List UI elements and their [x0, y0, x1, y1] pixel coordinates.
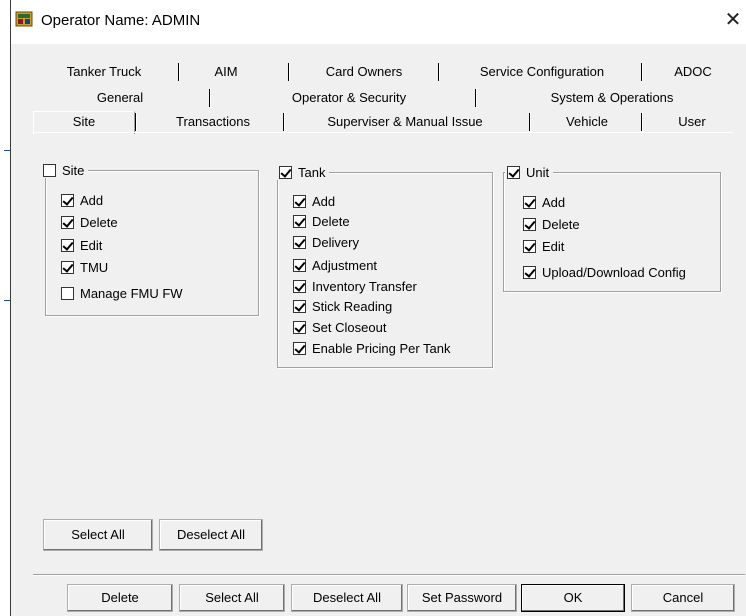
checkbox[interactable]	[523, 195, 536, 209]
option-label: Delivery	[312, 234, 359, 250]
tab-transactions[interactable]: Transactions	[147, 112, 279, 132]
tab-user[interactable]: User	[651, 112, 733, 132]
checkbox[interactable]	[293, 235, 306, 249]
checkbox[interactable]	[61, 260, 74, 274]
checkbox[interactable]	[293, 299, 306, 313]
tab-aim[interactable]: AIM	[191, 62, 261, 82]
tank-group-checkbox[interactable]	[279, 165, 292, 179]
tab-adoc[interactable]: ADOC	[655, 62, 731, 82]
tab-operator-security[interactable]: Operator & Security	[221, 88, 477, 108]
site-delete-option[interactable]: Delete	[61, 214, 118, 230]
checkbox[interactable]	[523, 239, 536, 253]
tab-divider	[529, 113, 530, 131]
tab-card-owners[interactable]: Card Owners	[301, 62, 427, 82]
option-label: Add	[80, 192, 104, 208]
close-icon[interactable]: ✕	[719, 6, 746, 34]
tab-vehicle[interactable]: Vehicle	[541, 112, 633, 132]
checkbox[interactable]	[61, 215, 74, 229]
checkbox[interactable]	[293, 194, 306, 208]
checkbox[interactable]	[61, 193, 74, 207]
unit-upload-download-config-option[interactable]: Upload/Download Config	[523, 264, 686, 280]
tank-delivery-option[interactable]: Delivery	[293, 234, 359, 250]
option-label: Delete	[80, 214, 118, 230]
option-label: Adjustment	[312, 257, 378, 273]
deselect-all-button[interactable]: Deselect All	[291, 584, 403, 612]
tab-divider	[288, 63, 289, 81]
option-label: Edit	[80, 237, 103, 253]
tab-divider	[178, 63, 179, 81]
site-group-label: Site	[62, 162, 85, 178]
cancel-button[interactable]: Cancel	[631, 584, 735, 612]
unit-group-header[interactable]: Unit	[505, 164, 554, 180]
tab-site[interactable]: Site	[33, 111, 135, 134]
tab-divider	[209, 89, 210, 107]
site-group-header[interactable]: Site	[41, 162, 89, 178]
tab-divider	[641, 113, 642, 131]
tab-divider	[283, 113, 284, 131]
dialog-window: Operator Name: ADMIN ✕ Tanker Truck AIM …	[10, 0, 746, 616]
option-label: Edit	[542, 238, 565, 254]
delete-button[interactable]: Delete	[67, 584, 173, 612]
app-icon	[15, 11, 33, 27]
checkbox[interactable]	[293, 341, 306, 355]
tank-add-option[interactable]: Add	[293, 193, 335, 209]
tank-inventory-transfer-option[interactable]: Inventory Transfer	[293, 278, 417, 294]
option-label: Set Closeout	[312, 319, 387, 335]
window-title: Operator Name: ADMIN	[41, 12, 201, 29]
checkbox[interactable]	[293, 320, 306, 334]
tank-stick-reading-option[interactable]: Stick Reading	[293, 298, 392, 314]
panel-deselect-all-button[interactable]: Deselect All	[159, 519, 263, 551]
tank-adjustment-option[interactable]: Adjustment	[293, 257, 377, 273]
site-edit-option[interactable]: Edit	[61, 237, 102, 253]
unit-edit-option[interactable]: Edit	[523, 238, 564, 254]
tab-divider	[475, 89, 476, 107]
unit-add-option[interactable]: Add	[523, 194, 565, 210]
tab-system-operations[interactable]: System & Operations	[489, 88, 735, 108]
option-label: Stick Reading	[312, 298, 393, 314]
checkbox[interactable]	[293, 258, 306, 272]
site-tmu-option[interactable]: TMU	[61, 259, 108, 275]
option-label: Manage FMU FW	[80, 285, 183, 301]
checkbox[interactable]	[61, 238, 74, 252]
title-bar: Operator Name: ADMIN ✕	[11, 0, 746, 44]
tank-enable-pricing-per-tank-option[interactable]: Enable Pricing Per Tank	[293, 340, 451, 356]
checkbox[interactable]	[61, 286, 74, 300]
tab-divider	[641, 63, 642, 81]
checkbox[interactable]	[293, 279, 306, 293]
option-label: Add	[312, 193, 336, 209]
set-password-button[interactable]: Set Password	[407, 584, 517, 612]
unit-group-label: Unit	[526, 164, 550, 180]
option-label: Upload/Download Config	[542, 264, 686, 280]
unit-delete-option[interactable]: Delete	[523, 216, 580, 232]
option-label: TMU	[80, 259, 109, 275]
background-strip	[0, 0, 10, 616]
tab-superviser-manual-issue[interactable]: Superviser & Manual Issue	[295, 112, 515, 132]
option-label: Add	[542, 194, 566, 210]
tank-delete-option[interactable]: Delete	[293, 213, 350, 229]
footer-divider	[33, 574, 745, 575]
tab-general[interactable]: General	[41, 88, 199, 108]
ok-button[interactable]: OK	[521, 584, 625, 612]
site-group-checkbox[interactable]	[43, 163, 56, 177]
tank-set-closeout-option[interactable]: Set Closeout	[293, 319, 386, 335]
checkbox[interactable]	[523, 217, 536, 231]
panel-select-all-button[interactable]: Select All	[43, 519, 153, 551]
checkbox[interactable]	[293, 214, 306, 228]
option-label: Delete	[312, 213, 350, 229]
tank-group-header[interactable]: Tank	[277, 164, 330, 180]
tank-group-label: Tank	[298, 164, 326, 180]
option-label: Enable Pricing Per Tank	[312, 340, 451, 356]
tab-divider	[438, 63, 439, 81]
tab-tanker-truck[interactable]: Tanker Truck	[49, 62, 159, 82]
option-label: Inventory Transfer	[312, 278, 417, 294]
tab-divider	[135, 113, 136, 131]
select-all-button[interactable]: Select All	[179, 584, 285, 612]
site-manage-fmu-fw-option[interactable]: Manage FMU FW	[61, 285, 183, 301]
option-label: Delete	[542, 216, 580, 232]
unit-group-checkbox[interactable]	[507, 165, 520, 179]
site-add-option[interactable]: Add	[61, 192, 103, 208]
checkbox[interactable]	[523, 265, 536, 279]
tab-service-configuration[interactable]: Service Configuration	[451, 62, 633, 82]
